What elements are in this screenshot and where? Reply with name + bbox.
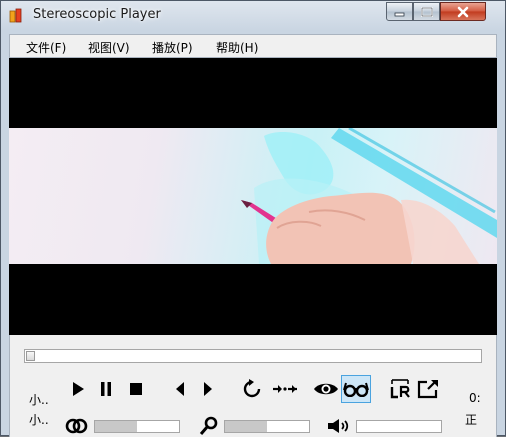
step-forward-icon: [204, 382, 212, 396]
parallax-slider[interactable]: [94, 420, 180, 433]
video-frame: [9, 128, 497, 264]
glasses-button[interactable]: [341, 375, 371, 403]
zoom-slider-fill: [225, 421, 267, 432]
step-forward-button[interactable]: [196, 377, 220, 401]
volume-button[interactable]: [326, 415, 352, 437]
close-button[interactable]: [440, 2, 486, 21]
maximize-icon: [420, 6, 433, 17]
zoom-slider[interactable]: [224, 420, 310, 433]
seek-bar[interactable]: [24, 349, 482, 363]
window-title: Stereoscopic Player: [33, 7, 161, 22]
volume-slider[interactable]: [356, 420, 442, 433]
player-window: Stereoscopic Player 文件(F) 视图(V) 播放(P) 帮助…: [0, 0, 506, 437]
stereo-player-icon: [9, 8, 23, 24]
zoom-button[interactable]: [198, 415, 220, 437]
pause-icon: [101, 382, 111, 396]
fullscreen-icon: [417, 380, 438, 399]
menu-help[interactable]: 帮助(H): [216, 39, 258, 56]
loop-button[interactable]: [240, 377, 264, 401]
status-left-top: 小..: [29, 393, 49, 407]
stop-icon: [130, 383, 142, 395]
play-icon: [73, 382, 84, 396]
loop-icon: [243, 379, 261, 398]
menu-playback[interactable]: 播放(P): [152, 39, 193, 56]
step-back-icon: [176, 382, 184, 396]
menu-bar: 文件(F) 视图(V) 播放(P) 帮助(H): [9, 34, 497, 58]
video-frame-image: [241, 128, 497, 264]
eye-button[interactable]: [312, 377, 340, 401]
status-left-bottom: 小..: [29, 413, 49, 427]
video-area[interactable]: [9, 58, 497, 335]
swap-icon: [273, 385, 297, 393]
parallax-icon: [65, 418, 88, 434]
minimize-button[interactable]: [386, 2, 413, 21]
maximize-button[interactable]: [413, 2, 440, 21]
pause-button[interactable]: [94, 377, 118, 401]
seek-thumb[interactable]: [26, 351, 35, 361]
volume-icon: [328, 419, 349, 433]
menu-file[interactable]: 文件(F): [26, 39, 66, 56]
fullscreen-button[interactable]: [416, 377, 440, 401]
eye-icon: [314, 383, 338, 395]
stop-button[interactable]: [124, 377, 148, 401]
glasses-icon: [343, 382, 369, 397]
zoom-icon: [199, 416, 218, 435]
menu-view[interactable]: 视图(V): [88, 39, 130, 56]
lr-swap-icon: [390, 379, 410, 399]
swap-button[interactable]: [270, 377, 300, 401]
parallax-slider-fill: [95, 421, 137, 432]
control-panel: 小.. 小.. 0: 正: [9, 335, 497, 437]
minimize-icon: [394, 12, 405, 16]
close-icon: [457, 6, 469, 17]
lr-swap-button[interactable]: [388, 377, 412, 401]
status-right-bottom: 正: [465, 413, 478, 427]
status-right-top: 0:: [469, 391, 481, 405]
play-button[interactable]: [66, 377, 90, 401]
step-back-button[interactable]: [168, 377, 192, 401]
title-bar[interactable]: Stereoscopic Player: [1, 1, 505, 31]
parallax-button[interactable]: [64, 415, 90, 437]
